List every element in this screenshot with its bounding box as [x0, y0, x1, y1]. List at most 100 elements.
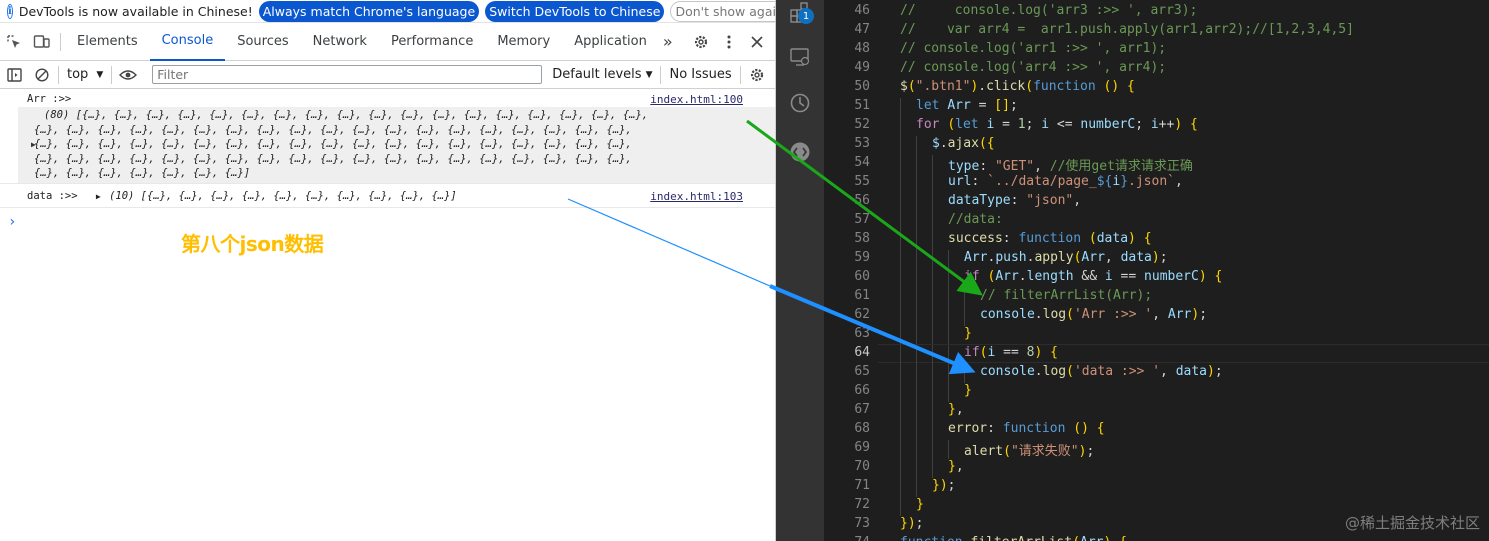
code-line[interactable]: // var arr4 = arr1.push.apply(arr1,arr2)…	[900, 22, 1354, 37]
tab-memory[interactable]: Memory	[485, 23, 562, 61]
more-options-icon[interactable]	[715, 35, 743, 49]
code-line[interactable]: });	[900, 516, 923, 531]
code-line[interactable]: // filterArrList(Arr);	[980, 288, 1152, 303]
log-levels-label: Default levels	[552, 67, 642, 82]
array-line: {…}, {…}, {…}, {…}, {…}, {…}, {…}]	[34, 167, 251, 179]
context-selector[interactable]: top ▼	[61, 67, 109, 82]
code-line[interactable]: Arr.push.apply(Arr, data);	[964, 250, 1168, 265]
code-line[interactable]: console.log('Arr :>> ', Arr);	[980, 307, 1207, 322]
close-devtools-icon[interactable]	[743, 35, 771, 48]
code-token: ;	[1086, 444, 1095, 459]
code-token: 'data :>> '	[1073, 364, 1161, 379]
code-token: ${	[1096, 174, 1113, 189]
code-line[interactable]: $(".btn1").click(function () {	[900, 79, 1135, 94]
code-line[interactable]: }	[964, 326, 972, 341]
console-prompt[interactable]: ›	[8, 214, 775, 230]
issues-counter[interactable]: No Issues	[669, 67, 737, 82]
inspect-element-icon[interactable]	[0, 34, 28, 50]
code-token: .	[1034, 364, 1043, 379]
switch-chinese-button[interactable]: Switch DevTools to Chinese	[485, 0, 665, 22]
live-share-icon[interactable]	[787, 139, 813, 165]
code-token: // console.log('arr1 :>> ', arr1);	[900, 41, 1167, 56]
indent-guide	[900, 98, 901, 117]
code-token: i	[1041, 117, 1050, 132]
code-token: ;	[1214, 364, 1223, 379]
sidebar-toggle-icon[interactable]	[0, 67, 28, 82]
code-line[interactable]: if(i == 8) {	[964, 345, 1058, 360]
eye-icon[interactable]	[114, 69, 142, 81]
indent-guide	[900, 383, 901, 402]
code-line[interactable]: }	[964, 383, 972, 398]
console-settings-gear-icon[interactable]	[743, 67, 771, 83]
dont-show-again-button[interactable]: Don't show again	[670, 0, 789, 22]
indent-guide	[900, 364, 901, 383]
more-tabs-icon[interactable]: »	[659, 23, 677, 61]
code-line[interactable]: function filterArrList(Arr) {	[900, 535, 1127, 541]
code-line[interactable]: }	[916, 497, 924, 512]
code-line[interactable]: });	[932, 478, 955, 493]
code-token: .	[978, 79, 987, 94]
code-token: apply	[1034, 250, 1074, 265]
code-line[interactable]: success: function (data) {	[948, 231, 1152, 246]
code-token: ()	[1073, 421, 1089, 436]
code-line[interactable]: // console.log('arr1 :>> ', arr1);	[900, 41, 1166, 56]
expand-triangle-icon[interactable]: ▶	[96, 192, 101, 201]
indent-guide	[916, 421, 917, 440]
code-line[interactable]: console.log('data :>> ', data);	[980, 364, 1223, 379]
log-levels-dropdown[interactable]: Default levels ▼	[552, 67, 652, 82]
code-token: }	[948, 402, 956, 417]
line-number: 59	[854, 250, 870, 265]
code-line[interactable]: $.ajax({	[932, 136, 995, 151]
code-token: :	[979, 159, 995, 174]
tab-performance[interactable]: Performance	[379, 23, 485, 61]
clear-console-icon[interactable]	[28, 67, 56, 82]
code-line[interactable]: type: "GET", //使用get请求请求正确	[948, 155, 1193, 174]
array-preview[interactable]: (10) [{…}, {…}, {…}, {…}, {…}, {…}, {…},…	[109, 190, 457, 202]
code-line[interactable]: for (let i = 1; i <= numberC; i++) {	[916, 117, 1198, 132]
code-area[interactable]: // console.log('arr3 :>> ', arr3); // var…	[878, 0, 1489, 541]
code-line[interactable]: alert("请求失败");	[964, 440, 1094, 459]
tab-sources[interactable]: Sources	[225, 23, 300, 61]
code-line[interactable]: // console.log('arr4 :>> ', arr4);	[900, 60, 1166, 75]
tab-network[interactable]: Network	[301, 23, 379, 61]
code-line[interactable]: //data:	[948, 212, 1003, 227]
array-preview[interactable]: ▶ (80) [{…}, {…}, {…}, {…}, {…}, {…}, {……	[18, 107, 775, 183]
indent-guide	[900, 231, 901, 250]
filter-input[interactable]	[152, 65, 543, 84]
code-editor: 1 46 47 48 49 50 51 52 53 54 55 56 57 58 59 60 61 62 63 64…	[776, 0, 1489, 541]
settings-gear-icon[interactable]	[687, 34, 715, 50]
code-line[interactable]: error: function () {	[948, 421, 1105, 436]
line-number: 58	[854, 231, 870, 246]
code-line[interactable]: url: `../data/page_${i}.json`,	[948, 174, 1183, 189]
remote-explorer-icon[interactable]	[787, 44, 813, 70]
indent-guide	[916, 383, 917, 402]
indent-guide	[948, 288, 949, 307]
match-language-button[interactable]: Always match Chrome's language	[258, 0, 480, 22]
tab-application[interactable]: Application	[562, 23, 659, 61]
chevron-down-icon: ▼	[645, 69, 653, 80]
source-link[interactable]: index.html:100	[650, 93, 743, 106]
device-toolbar-icon[interactable]	[28, 34, 56, 50]
indent-guide	[916, 269, 917, 288]
code-line[interactable]: let Arr = [];	[916, 98, 1018, 113]
array-line: (80) [{…}, {…}, {…}, {…}, {…}, {…}, {…},…	[44, 109, 649, 121]
code-line[interactable]: if (Arr.length && i == numberC) {	[964, 269, 1222, 284]
code-token: log	[1042, 364, 1067, 379]
code-line[interactable]: // console.log('arr3 :>> ', arr3);	[900, 3, 1197, 18]
code-token: data	[1175, 364, 1207, 379]
timeline-icon[interactable]	[787, 90, 813, 116]
code-token: Arr	[1081, 250, 1105, 265]
code-token: .	[1018, 269, 1027, 284]
tab-console[interactable]: Console	[149, 23, 226, 61]
code-token: (	[1025, 79, 1034, 94]
code-token: //使用get请求请求正确	[1049, 159, 1193, 174]
code-line[interactable]: dataType: "json",	[948, 193, 1081, 208]
code-token: Arr	[1167, 307, 1192, 322]
code-line[interactable]: },	[948, 459, 964, 474]
expand-triangle-icon[interactable]: ▶	[31, 138, 36, 153]
tab-elements[interactable]: Elements	[65, 23, 150, 61]
code-token: {	[1214, 269, 1223, 284]
code-line[interactable]: },	[948, 402, 964, 417]
source-link[interactable]: index.html:103	[650, 190, 743, 203]
code-token: )	[1151, 250, 1160, 265]
